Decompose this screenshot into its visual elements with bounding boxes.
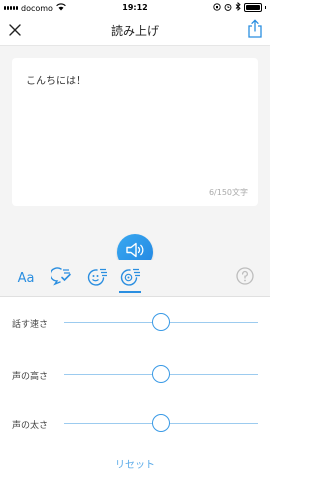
text-style-icon: Aa	[17, 270, 35, 286]
pitch-slider-thumb[interactable]	[152, 365, 170, 383]
reset-button[interactable]: リセット	[0, 456, 270, 471]
speed-slider-thumb[interactable]	[152, 313, 170, 331]
pitch-slider-row: 声の高さ	[0, 360, 270, 390]
alarm-icon	[224, 3, 232, 13]
slider-label: 声の高さ	[12, 372, 49, 382]
thickness-slider-row: 声の太さ	[0, 409, 270, 439]
char-count: 6/150文字	[208, 188, 248, 197]
status-right	[213, 2, 266, 13]
input-text[interactable]: こんちには！	[26, 72, 86, 87]
tab-help[interactable]	[228, 260, 262, 296]
speed-slider-row: 話す速さ	[0, 308, 270, 338]
face-lines-icon	[86, 266, 108, 290]
tab-selected-indicator	[119, 291, 141, 293]
nav-bar: 読み上げ	[0, 15, 270, 46]
pitch-slider-track[interactable]	[64, 365, 258, 383]
share-icon[interactable]	[246, 19, 264, 39]
speed-slider-track[interactable]	[64, 313, 258, 331]
text-input-card[interactable]: こんちには！ 6/150文字	[12, 58, 258, 206]
tab-bar: Aa	[0, 260, 270, 297]
tab-text-style[interactable]: Aa	[9, 260, 43, 296]
status-bar: docomo 19:12	[0, 0, 270, 15]
face-settings-icon	[119, 266, 141, 290]
speech-bubble-check-icon	[49, 266, 73, 290]
thickness-slider-track[interactable]	[64, 414, 258, 432]
thickness-slider-thumb[interactable]	[152, 414, 170, 432]
help-icon	[235, 266, 255, 290]
tab-face-lines[interactable]	[80, 260, 114, 296]
battery-icon	[244, 3, 262, 12]
voice-settings-panel: 話す速さ 声の高さ 声の太さ リセット	[0, 297, 270, 480]
page-title: 読み上げ	[110, 24, 159, 38]
slider-label: 声の太さ	[12, 421, 49, 431]
bluetooth-icon	[235, 2, 241, 13]
orientation-lock-icon	[213, 2, 221, 13]
tab-speech-check[interactable]	[45, 260, 79, 296]
battery-cap	[265, 6, 266, 9]
main-area: こんちには！ 6/150文字	[0, 46, 270, 270]
slider-label: 話す速さ	[12, 320, 49, 330]
